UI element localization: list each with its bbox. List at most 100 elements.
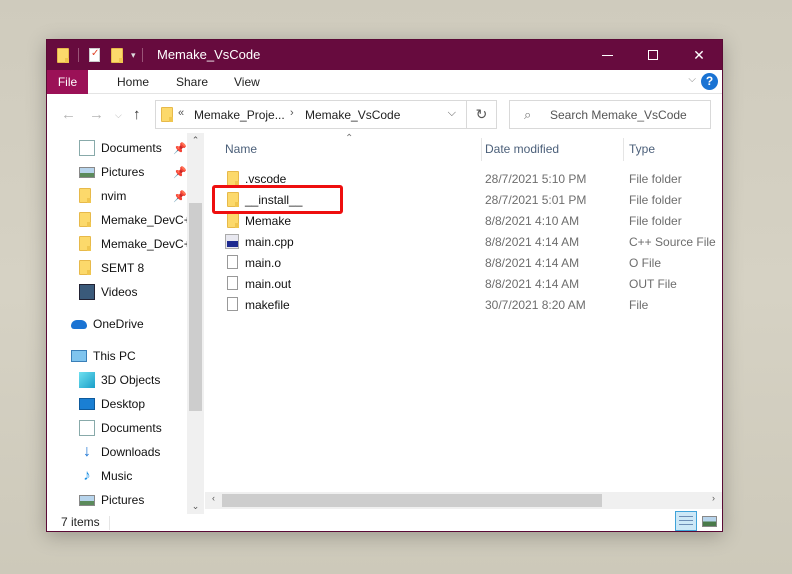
- file-row[interactable]: main.cpp 8/8/2021 4:14 AM C++ Source Fil…: [205, 231, 722, 252]
- folder-icon: [79, 236, 91, 251]
- file-date: 30/7/2021 8:20 AM: [485, 298, 586, 312]
- address-overflow[interactable]: «: [178, 107, 184, 119]
- address-history-button[interactable]: ⌵: [448, 107, 456, 120]
- scroll-down-button[interactable]: ⌄: [187, 501, 204, 512]
- navigation-pane: Documents 📌 Pictures 📌 nvim 📌 Memake_Dev…: [47, 133, 204, 514]
- pictures-icon: [79, 494, 95, 506]
- nav-item-label: Memake_DevC+: [101, 237, 191, 251]
- window-title: Memake_VsCode: [157, 47, 261, 62]
- nav-item-label: Downloads: [101, 445, 161, 459]
- file-date: 8/8/2021 4:10 AM: [485, 214, 580, 228]
- nav-item-pictures-pc[interactable]: Pictures: [79, 489, 144, 511]
- folder-icon: [79, 260, 91, 275]
- cloud-icon: [71, 319, 87, 329]
- nav-item-videos[interactable]: Videos: [79, 281, 137, 303]
- monitor-icon: [71, 350, 87, 362]
- nav-item-label: Pictures: [101, 493, 145, 507]
- column-header-date-modified[interactable]: Date modified: [485, 142, 559, 156]
- scroll-right-button[interactable]: ›: [705, 493, 722, 503]
- status-bar: 7 items: [47, 511, 722, 532]
- divider: [78, 48, 79, 62]
- details-view-button[interactable]: [675, 511, 697, 531]
- nav-item-semt-8[interactable]: SEMT 8: [79, 257, 144, 279]
- nav-item-onedrive[interactable]: OneDrive: [71, 313, 144, 335]
- forward-button[interactable]: →: [89, 106, 104, 123]
- tab-home[interactable]: Home: [117, 70, 149, 94]
- file-type: File folder: [629, 193, 682, 207]
- file-type: C++ Source File: [629, 235, 716, 249]
- breadcrumb-separator[interactable]: ›: [290, 107, 294, 119]
- search-input[interactable]: Search Memake_VsCode: [550, 108, 687, 122]
- search-icon: ⌕: [524, 107, 532, 122]
- file-date: 8/8/2021 4:14 AM: [485, 235, 580, 249]
- nav-item-label: Music: [101, 469, 133, 483]
- music-note-icon: ♪: [83, 467, 91, 484]
- nav-item-label: Videos: [101, 285, 138, 299]
- file-name: main.o: [245, 256, 282, 270]
- item-count: 7 items: [61, 515, 100, 529]
- file-date: 8/8/2021 4:14 AM: [485, 277, 580, 291]
- nav-item-downloads[interactable]: ↓ Downloads: [79, 441, 160, 463]
- folder-icon: [227, 213, 239, 228]
- breadcrumb-segment[interactable]: Memake_VsCode: [305, 108, 400, 122]
- nav-item-documents[interactable]: Documents: [79, 137, 162, 159]
- column-divider[interactable]: [623, 138, 624, 161]
- minimize-icon: [601, 54, 613, 56]
- horizontal-scroll-thumb[interactable]: [222, 494, 602, 507]
- navigation-bar: ← → ⌵ ↑ « Memake_Proje... › Memake_VsCod…: [47, 95, 722, 133]
- search-box[interactable]: ⌕ Search Memake_VsCode: [509, 100, 711, 129]
- file-date: 28/7/2021 5:01 PM: [485, 193, 587, 207]
- maximize-button[interactable]: [630, 40, 676, 70]
- nav-item-memake-devc-2[interactable]: Memake_DevC+: [79, 233, 191, 255]
- recent-locations-button[interactable]: ⌵: [115, 110, 122, 121]
- videos-icon: [79, 284, 95, 300]
- nav-item-nvim[interactable]: nvim: [79, 185, 126, 207]
- new-folder-button[interactable]: [111, 47, 123, 63]
- nav-item-label: Memake_DevC+: [101, 213, 191, 227]
- file-row[interactable]: main.o 8/8/2021 4:14 AM O File: [205, 252, 722, 273]
- folder-icon: [79, 188, 91, 203]
- nav-pane-scroll-thumb[interactable]: [189, 203, 202, 411]
- quick-access-toolbar: ▾: [57, 40, 143, 70]
- file-row[interactable]: main.out 8/8/2021 4:14 AM OUT File: [205, 273, 722, 294]
- column-divider[interactable]: [481, 138, 482, 161]
- tab-file[interactable]: File: [47, 70, 88, 94]
- close-button[interactable]: ✕: [676, 40, 722, 70]
- tab-share[interactable]: Share: [176, 70, 208, 94]
- nav-item-documents-pc[interactable]: Documents: [79, 417, 162, 439]
- properties-button[interactable]: [89, 48, 100, 62]
- nav-item-pictures[interactable]: Pictures: [79, 161, 144, 183]
- nav-item-this-pc[interactable]: This PC: [71, 345, 136, 367]
- close-icon: ✕: [693, 46, 705, 63]
- file-type: OUT File: [629, 277, 677, 291]
- nav-item-memake-devc-1[interactable]: Memake_DevC+: [79, 209, 191, 231]
- folder-icon: [57, 47, 69, 63]
- nav-item-music[interactable]: ♪ Music: [79, 465, 132, 487]
- column-header-name[interactable]: Name: [225, 142, 257, 156]
- maximize-icon: [648, 50, 658, 60]
- large-icons-view-icon: [701, 515, 717, 527]
- file-type: File folder: [629, 214, 682, 228]
- nav-pane-scrollbar[interactable]: ⌃ ⌄: [187, 133, 204, 514]
- help-button[interactable]: ?: [701, 73, 718, 90]
- details-view-icon: [679, 515, 693, 527]
- pin-icon: 📌: [173, 143, 187, 155]
- horizontal-scrollbar[interactable]: ‹ ›: [205, 492, 722, 509]
- large-icons-view-button[interactable]: [698, 511, 720, 531]
- nav-item-3d-objects[interactable]: 3D Objects: [79, 369, 160, 391]
- back-button[interactable]: ←: [61, 106, 76, 123]
- up-button[interactable]: ↑: [133, 106, 141, 123]
- customize-quick-access-button[interactable]: ▾: [131, 50, 136, 61]
- column-header-type[interactable]: Type: [629, 142, 655, 156]
- nav-item-desktop[interactable]: Desktop: [79, 393, 145, 415]
- file-name: main.cpp: [245, 235, 294, 249]
- refresh-button[interactable]: ↻: [466, 101, 496, 128]
- scroll-left-button[interactable]: ‹: [205, 493, 222, 503]
- breadcrumb-segment[interactable]: Memake_Proje...: [194, 108, 285, 122]
- address-bar[interactable]: « Memake_Proje... › Memake_VsCode ⌵ ↻: [155, 100, 497, 129]
- expand-ribbon-button[interactable]: ⌵: [688, 74, 696, 85]
- file-row[interactable]: makefile 30/7/2021 8:20 AM File: [205, 294, 722, 315]
- minimize-button[interactable]: [584, 40, 630, 70]
- tab-view[interactable]: View: [234, 70, 260, 94]
- scroll-up-button[interactable]: ⌃: [187, 135, 204, 146]
